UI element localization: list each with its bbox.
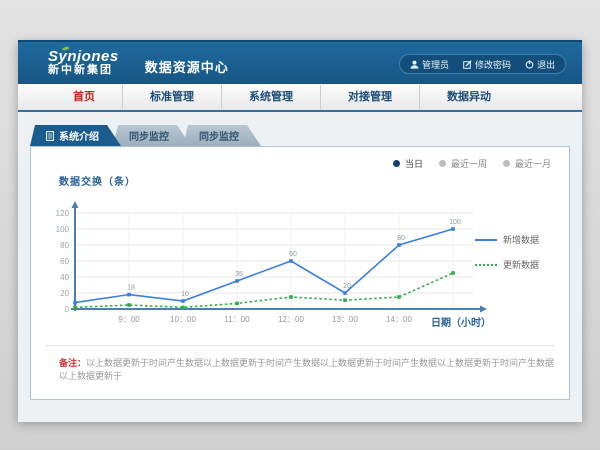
main-nav: 首页 标准管理 系统管理 对接管理 数据异动 <box>18 84 582 112</box>
edit-icon <box>463 60 472 69</box>
page-title: 数据资源中心 <box>145 57 229 76</box>
svg-text:20: 20 <box>60 289 69 298</box>
user-toolbar: 管理员 修改密码 退出 <box>399 54 566 74</box>
company-logo: Synjones 新中新集团 <box>48 49 119 76</box>
footnote-label: 备注： <box>59 358 86 368</box>
svg-text:11：00: 11：00 <box>224 315 250 324</box>
green-dotted-swatch <box>475 264 497 266</box>
nav-item-home[interactable]: 首页 <box>46 85 123 109</box>
line-chart: 0 20 40 60 80 100 120 9：00 10：00 11：00 12：00 13：00 1… <box>39 191 499 333</box>
period-filter: 当日 最近一周 最近一月 <box>393 157 551 170</box>
legend-label: 更新数据 <box>503 258 539 271</box>
svg-text:80: 80 <box>60 241 69 250</box>
radio-last-month[interactable]: 最近一月 <box>503 157 551 170</box>
tab-system-intro[interactable]: 系统介绍 <box>30 125 121 146</box>
svg-text:9：00: 9：00 <box>118 315 140 324</box>
svg-text:60: 60 <box>60 257 69 266</box>
tab-sync-monitor-1[interactable]: 同步监控 <box>113 125 191 146</box>
radio-label: 最近一月 <box>515 157 551 170</box>
user-name-label: 管理员 <box>422 58 449 71</box>
svg-text:20: 20 <box>343 283 351 290</box>
tab-label: 同步监控 <box>129 128 169 143</box>
svg-text:10: 10 <box>181 291 189 298</box>
logo-text-en: Synjones <box>48 49 119 65</box>
tab-label: 同步监控 <box>199 128 239 143</box>
svg-text:35: 35 <box>235 271 243 278</box>
app-window: Synjones 新中新集团 数据资源中心 管理员 修改密码 退出 首页 标准管… <box>18 40 582 420</box>
change-password-label: 修改密码 <box>475 58 511 71</box>
user-icon <box>410 60 419 69</box>
svg-text:60: 60 <box>289 251 297 258</box>
chart-y-axis-title: 数据交换（条） <box>59 173 136 188</box>
svg-text:日期（小时）: 日期（小时） <box>431 316 491 329</box>
svg-text:12：00: 12：00 <box>278 315 304 324</box>
radio-label: 最近一周 <box>451 157 487 170</box>
radio-unselected-icon <box>439 160 446 167</box>
svg-text:10：00: 10：00 <box>170 315 196 324</box>
footnote-text: 以上数据更新于时间产生数据以上数据更新于时间产生数据以上数据更新于时间产生数据以… <box>59 358 554 381</box>
nav-item-system-mgmt[interactable]: 系统管理 <box>222 85 321 109</box>
content-area: 系统介绍 同步监控 同步监控 当日 最近一周 <box>18 112 582 422</box>
nav-item-standard-mgmt[interactable]: 标准管理 <box>123 85 222 109</box>
chart-legend: 新增数据 更新数据 <box>475 233 555 283</box>
chart-panel: 当日 最近一周 最近一月 数据交换（条） 0 20 40 60 80 100 120 9：00… <box>30 146 570 400</box>
radio-last-week[interactable]: 最近一周 <box>439 157 487 170</box>
radio-unselected-icon <box>503 160 510 167</box>
nav-item-connect-mgmt[interactable]: 对接管理 <box>321 85 420 109</box>
svg-text:100: 100 <box>56 225 70 234</box>
divider <box>45 345 555 346</box>
tab-label: 系统介绍 <box>59 128 99 143</box>
svg-text:80: 80 <box>397 235 405 242</box>
radio-today[interactable]: 当日 <box>393 157 423 170</box>
footnote: 备注：以上数据更新于时间产生数据以上数据更新于时间产生数据以上数据更新于时间产生… <box>59 357 555 382</box>
legend-item-new-data: 新增数据 <box>475 233 555 246</box>
legend-item-updated-data: 更新数据 <box>475 258 555 271</box>
radio-selected-icon <box>393 160 400 167</box>
svg-text:18: 18 <box>127 285 135 292</box>
app-header: Synjones 新中新集团 数据资源中心 管理员 修改密码 退出 <box>18 40 582 84</box>
tab-bar: 系统介绍 同步监控 同步监控 <box>30 125 253 146</box>
current-user[interactable]: 管理员 <box>410 58 449 71</box>
blue-line-swatch <box>475 239 497 241</box>
svg-text:100: 100 <box>449 219 461 226</box>
radio-label: 当日 <box>405 157 423 170</box>
logo-text-cn: 新中新集团 <box>48 65 119 77</box>
svg-text:40: 40 <box>60 273 69 282</box>
screenshot-canvas: { "header": { "logo_line1": "Synjones", … <box>0 0 600 450</box>
svg-text:13：00: 13：00 <box>332 315 358 324</box>
power-icon <box>525 60 534 69</box>
change-password-button[interactable]: 修改密码 <box>463 58 511 71</box>
legend-label: 新增数据 <box>503 233 539 246</box>
logout-label: 退出 <box>537 58 555 71</box>
svg-text:14：00: 14：00 <box>386 315 412 324</box>
svg-text:120: 120 <box>56 209 70 218</box>
tab-sync-monitor-2[interactable]: 同步监控 <box>183 125 261 146</box>
logout-button[interactable]: 退出 <box>525 58 555 71</box>
nav-item-data-change[interactable]: 数据异动 <box>420 85 518 109</box>
svg-text:0: 0 <box>65 305 70 314</box>
document-icon <box>46 131 54 141</box>
